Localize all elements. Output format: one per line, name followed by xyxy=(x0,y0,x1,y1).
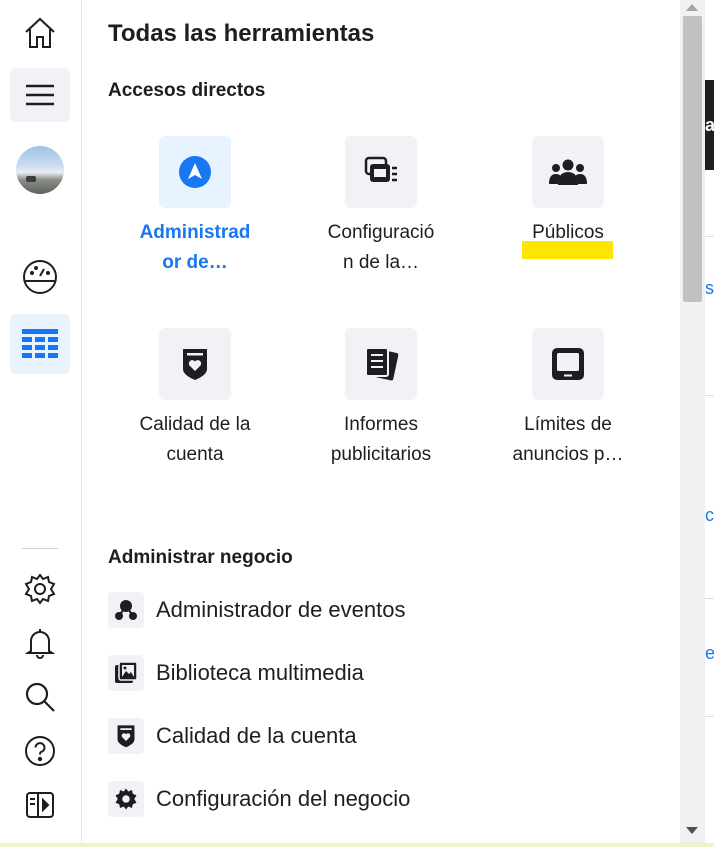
page-title: Todas las herramientas xyxy=(108,20,375,47)
tile-label-line2: or de… xyxy=(162,252,228,273)
tile-label: Calidad de la cuenta xyxy=(109,410,281,470)
tile-icon-bg xyxy=(532,136,604,208)
tile-label-line1: Administrad xyxy=(139,222,251,243)
scroll-up-arrow-icon[interactable] xyxy=(686,4,698,11)
ad-limits-tablet-icon xyxy=(552,348,584,380)
navigation-arrow-icon xyxy=(179,156,211,188)
tile-label-line2: cuenta xyxy=(166,444,224,465)
home-button[interactable] xyxy=(10,6,70,60)
edge-divider xyxy=(705,598,714,599)
audiences-people-icon xyxy=(549,159,587,185)
tile-label: Configuració n de la… xyxy=(295,218,467,278)
settings-button[interactable] xyxy=(10,562,70,616)
tile-audiences[interactable]: Públicos xyxy=(482,136,654,248)
help-button[interactable] xyxy=(10,724,70,778)
tile-ads-reports[interactable]: Informes publicitarios xyxy=(295,328,467,470)
edge-text-fragment: c xyxy=(705,505,714,525)
tile-icon-bg xyxy=(159,328,231,400)
edge-text-fragment: a xyxy=(705,115,714,135)
list-item-business-settings[interactable]: Configuración del negocio xyxy=(108,781,410,817)
list-item-label: Configuración del negocio xyxy=(156,786,411,811)
tile-label-line1: Públicos xyxy=(532,222,604,243)
tile-icon-bg xyxy=(532,328,604,400)
settings-gear-icon xyxy=(24,573,56,605)
list-icon-bg xyxy=(108,592,144,628)
list-icon-bg xyxy=(108,655,144,691)
tile-icon-bg xyxy=(159,136,231,208)
dashboard-button[interactable] xyxy=(10,250,70,304)
events-manager-icon xyxy=(115,600,137,620)
notifications-button[interactable] xyxy=(10,616,70,670)
tile-label: Públicos xyxy=(482,218,654,248)
background-dark-banner: a xyxy=(705,80,714,170)
edge-text-fragment: s xyxy=(705,278,714,298)
tile-label: Informes publicitarios xyxy=(295,410,467,470)
left-rail xyxy=(0,0,82,847)
tile-icon-bg xyxy=(345,328,417,400)
search-button[interactable] xyxy=(10,670,70,724)
all-tools-panel: Todas las herramientas Accesos directos … xyxy=(83,0,680,847)
tile-label-line1: Calidad de la xyxy=(139,414,251,435)
home-icon xyxy=(25,17,55,48)
tile-label-line1: Configuració xyxy=(327,222,435,243)
all-tools-button[interactable] xyxy=(10,314,70,374)
collapse-panel-icon xyxy=(26,792,54,818)
menu-icon xyxy=(26,84,54,106)
scrollbar-thumb[interactable] xyxy=(683,16,702,302)
edge-divider xyxy=(705,236,714,237)
tile-label-line1: Informes xyxy=(344,414,418,435)
tile-ads-manager[interactable]: Administrad or de… xyxy=(109,136,281,278)
help-icon xyxy=(25,736,55,766)
list-item-label: Administrador de eventos xyxy=(156,597,406,622)
tile-label-line1: Límites de xyxy=(524,414,612,435)
list-item-events-manager[interactable]: Administrador de eventos xyxy=(108,592,405,628)
account-quality-shield-icon xyxy=(117,725,135,748)
media-library-icon xyxy=(115,661,138,683)
menu-button[interactable] xyxy=(10,68,70,122)
tile-icon-bg xyxy=(345,136,417,208)
all-tools-grid-icon xyxy=(22,329,58,358)
list-icon-bg xyxy=(108,781,144,817)
shortcuts-heading: Accesos directos xyxy=(108,80,266,101)
ads-reports-icon xyxy=(365,347,399,381)
list-item-label: Calidad de la cuenta xyxy=(156,723,357,748)
edge-text-fragment: e xyxy=(705,643,714,663)
account-quality-shield-icon xyxy=(183,349,207,380)
notifications-bell-icon xyxy=(25,629,55,659)
tile-ad-limits[interactable]: Límites de anuncios p… xyxy=(482,328,654,470)
list-item-label: Biblioteca multimedia xyxy=(156,660,364,685)
search-icon xyxy=(25,682,55,712)
tile-account-quality[interactable]: Calidad de la cuenta xyxy=(109,328,281,470)
list-icon-bg xyxy=(108,718,144,754)
account-avatar xyxy=(16,146,64,194)
bottom-strip xyxy=(0,843,714,847)
account-button[interactable] xyxy=(10,143,70,197)
tile-label-line2: publicitarios xyxy=(330,444,432,465)
edge-divider xyxy=(705,716,714,717)
manage-business-heading: Administrar negocio xyxy=(108,547,293,568)
scroll-down-arrow-icon[interactable] xyxy=(686,827,698,834)
edge-divider xyxy=(705,395,714,396)
rail-divider xyxy=(22,548,58,549)
list-item-account-quality[interactable]: Calidad de la cuenta xyxy=(108,718,357,754)
tile-label-line2: n de la… xyxy=(342,252,420,273)
tile-label-line2: anuncios p… xyxy=(512,444,624,465)
collapse-panel-button[interactable] xyxy=(10,778,70,832)
dashboard-gauge-icon xyxy=(23,260,57,294)
tile-label: Límites de anuncios p… xyxy=(482,410,654,470)
tile-ad-settings[interactable]: Configuració n de la… xyxy=(295,136,467,278)
list-item-media-library[interactable]: Biblioteca multimedia xyxy=(108,655,364,691)
tile-label: Administrad or de… xyxy=(109,218,281,278)
business-settings-gear-icon xyxy=(115,788,137,810)
ad-settings-icon xyxy=(364,156,397,182)
